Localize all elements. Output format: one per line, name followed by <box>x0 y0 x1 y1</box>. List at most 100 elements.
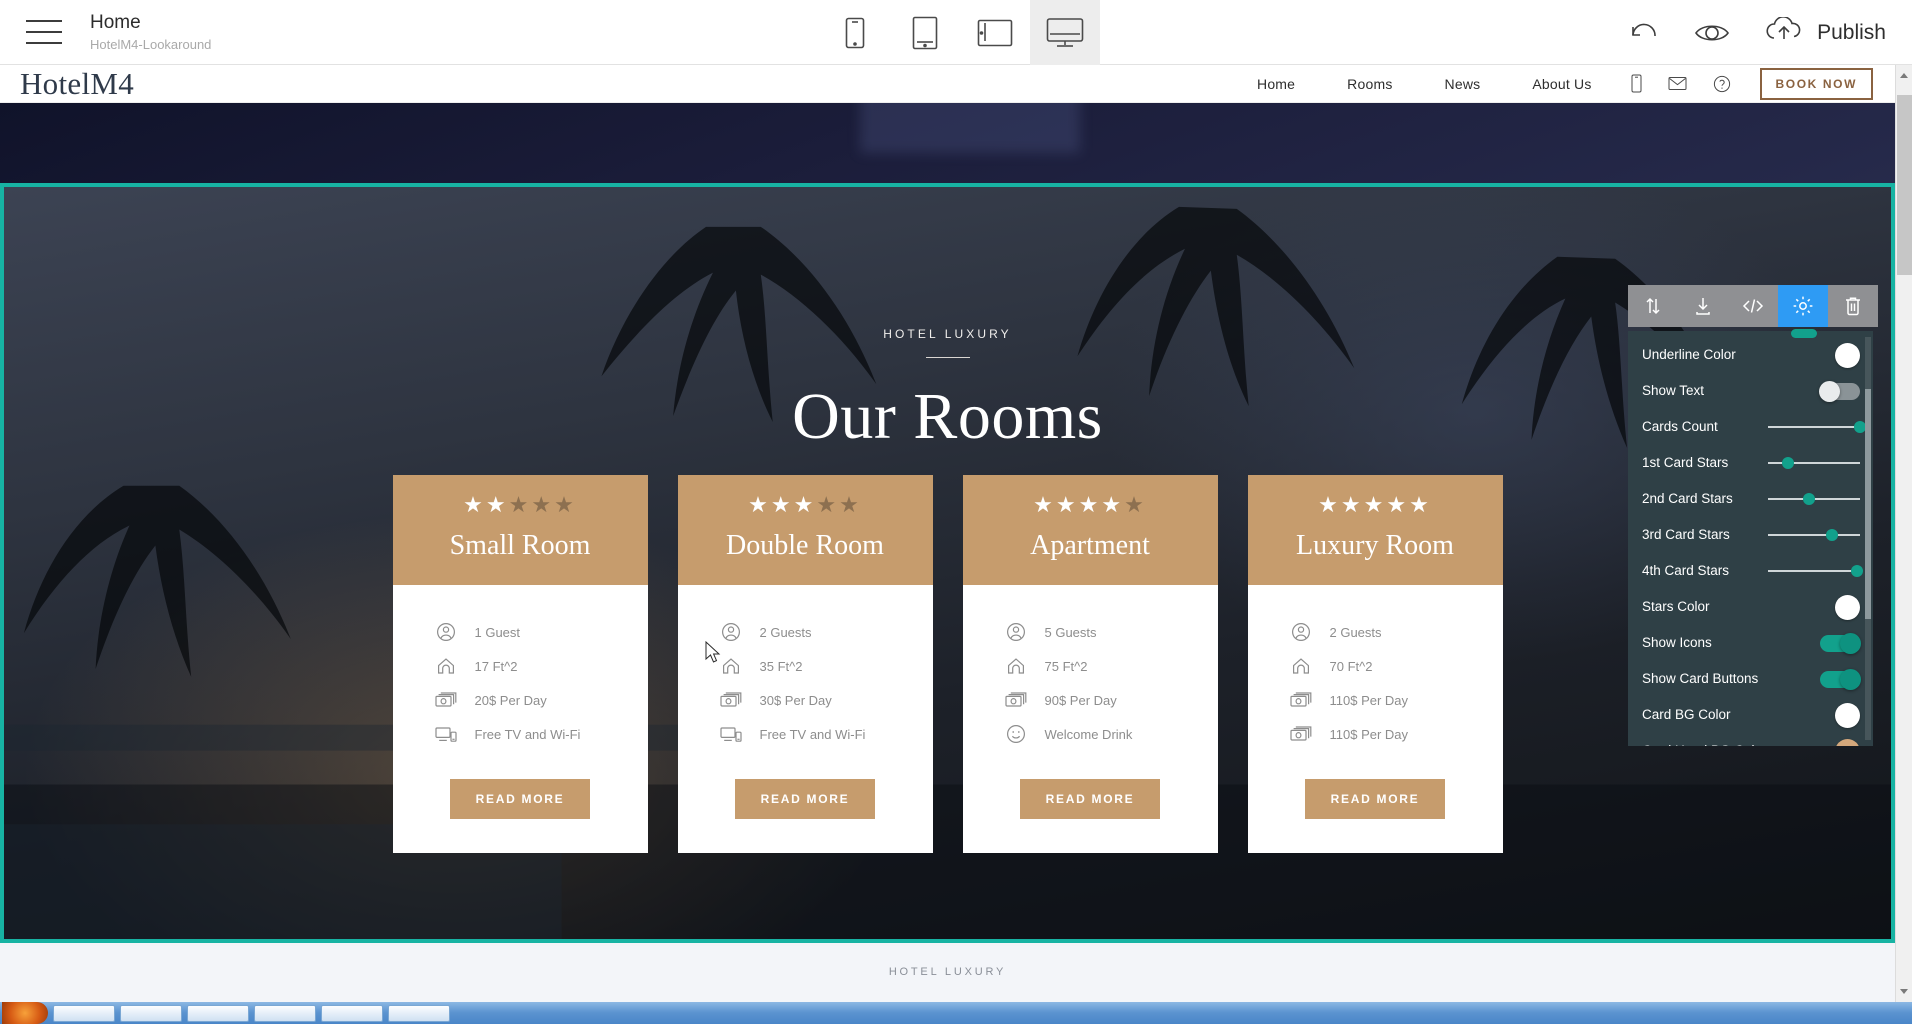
taskbar-item[interactable] <box>388 1004 450 1022</box>
room-feature-label: 110$ Per Day <box>1329 692 1409 708</box>
room-feature: 75 Ft^2 <box>963 649 1218 683</box>
room-feature-label: 70 Ft^2 <box>1329 658 1373 674</box>
room-feature: Free TV and Wi-Fi <box>678 717 933 751</box>
room-card-body: 1 Guest 17 Ft^2 20$ Per Day Free TV and Wi-… <box>393 585 648 853</box>
publish-label: Publish <box>1817 20 1886 44</box>
slider-control[interactable] <box>1768 454 1860 472</box>
settings-row: Underline Color <box>1628 337 1873 373</box>
room-feature-label: 90$ Per Day <box>1044 692 1117 708</box>
block-settings-button[interactable] <box>1778 285 1828 327</box>
start-button[interactable] <box>2 1002 48 1024</box>
room-card-title: Apartment <box>1030 530 1150 561</box>
download-block-button[interactable] <box>1678 285 1728 327</box>
room-feature: 90$ Per Day <box>963 683 1218 717</box>
device-btn-tablet-landscape[interactable] <box>960 0 1030 65</box>
guest-icon <box>433 621 459 643</box>
move-block-button[interactable] <box>1628 285 1678 327</box>
device-btn-tablet[interactable] <box>890 0 960 65</box>
taskbar-item[interactable] <box>187 1004 249 1022</box>
block-settings-panel: Underline Color Show Text Cards Count 1st C… <box>1628 331 1873 746</box>
star-icon: ★ <box>508 492 532 517</box>
device-btn-mobile[interactable] <box>820 0 890 65</box>
slider-control[interactable] <box>1768 526 1860 544</box>
star-icon: ★ <box>748 492 771 517</box>
panel-scrollbar[interactable] <box>1865 337 1871 740</box>
slider-control[interactable] <box>1768 418 1866 436</box>
device-btn-desktop[interactable] <box>1030 0 1100 65</box>
nav-link-news[interactable]: News <box>1419 76 1507 92</box>
scroll-down-arrow[interactable] <box>1900 989 1908 994</box>
toggle-switch[interactable] <box>1820 632 1861 654</box>
settings-row: 4th Card Stars <box>1628 553 1873 589</box>
taskbar-item[interactable] <box>321 1004 383 1022</box>
room-card-header: ★★★★★ Apartment <box>962 475 1218 585</box>
phone-icon[interactable] <box>1618 74 1655 93</box>
money-icon <box>1288 723 1314 745</box>
room-feature-label: 2 Guests <box>1329 624 1382 640</box>
room-card[interactable]: ★★★★★ Small Room 1 Guest 17 Ft^2 20$ Per Day… <box>392 475 648 853</box>
scroll-up-arrow[interactable] <box>1900 73 1908 78</box>
room-card-body: 2 Guests 70 Ft^2 110$ Per Day 110$ Per Day R… <box>1248 585 1503 853</box>
panel-scrollbar-thumb[interactable] <box>1865 389 1871 619</box>
color-swatch[interactable] <box>1835 738 1860 746</box>
room-card-header: ★★★★★ Double Room <box>677 475 933 585</box>
read-more-button[interactable]: READ MORE <box>734 779 876 819</box>
room-feature: 30$ Per Day <box>678 683 933 717</box>
home-icon <box>1003 655 1029 677</box>
edit-code-button[interactable] <box>1728 285 1778 327</box>
room-card[interactable]: ★★★★★ Apartment 5 Guests 75 Ft^2 90$ Per Day… <box>962 475 1218 853</box>
question-icon[interactable] <box>1700 75 1744 93</box>
taskbar-item[interactable] <box>53 1004 115 1022</box>
publish-button[interactable]: Publish <box>1764 16 1886 48</box>
money-icon <box>1003 689 1029 711</box>
nav-link-home[interactable]: Home <box>1231 76 1321 92</box>
settings-row: 3rd Card Stars <box>1628 517 1873 553</box>
page-scrollbar-thumb[interactable] <box>1897 95 1912 275</box>
taskbar-item[interactable] <box>120 1004 182 1022</box>
star-icon: ★ <box>1409 492 1432 517</box>
room-card-stars: ★★★★★ <box>1248 494 1503 516</box>
read-more-button[interactable]: READ MORE <box>1304 779 1446 819</box>
color-swatch[interactable] <box>1835 342 1860 368</box>
room-feature: 2 Guests <box>1248 615 1503 649</box>
room-card-stars: ★★★★★ <box>393 494 648 516</box>
site-brand[interactable]: HotelM4 <box>20 66 134 102</box>
envelope-icon[interactable] <box>1655 76 1700 91</box>
room-card[interactable]: ★★★★★ Luxury Room 2 Guests 70 Ft^2 110$ Per … <box>1247 475 1503 853</box>
eye-icon[interactable] <box>1694 22 1730 44</box>
nav-link-about-us[interactable]: About Us <box>1506 76 1617 92</box>
toggle-switch[interactable] <box>1820 668 1861 690</box>
panel-partial-toggle-above[interactable] <box>1791 329 1817 338</box>
page-scrollbar[interactable] <box>1895 65 1912 1002</box>
read-more-button[interactable]: READ MORE <box>449 779 591 819</box>
guest-icon <box>1003 621 1029 643</box>
taskbar-item[interactable] <box>254 1004 316 1022</box>
room-feature: 70 Ft^2 <box>1248 649 1503 683</box>
color-swatch[interactable] <box>1835 702 1860 728</box>
slider-control[interactable] <box>1768 490 1860 508</box>
room-card-body: 5 Guests 75 Ft^2 90$ Per Day Welcome Drink R… <box>963 585 1218 853</box>
guest-icon <box>1288 621 1314 643</box>
star-icon: ★ <box>485 492 509 517</box>
toggle-switch[interactable] <box>1819 380 1860 402</box>
hamburger-icon[interactable] <box>26 20 62 44</box>
settings-row-label: Card BG Color <box>1642 707 1731 723</box>
room-feature: 20$ Per Day <box>393 683 648 717</box>
star-icon: ★ <box>1386 492 1410 517</box>
room-card-title: Small Room <box>449 530 591 561</box>
room-feature-label: 30$ Per Day <box>759 692 832 708</box>
room-feature: Free TV and Wi-Fi <box>393 717 648 751</box>
nav-link-rooms[interactable]: Rooms <box>1321 76 1418 92</box>
star-icon: ★ <box>554 492 577 517</box>
rooms-section[interactable]: HOTEL LUXURY Our Rooms ★★★★★ Small Room 1 … <box>0 183 1895 943</box>
room-feature: 1 Guest <box>393 615 648 649</box>
color-swatch[interactable] <box>1835 594 1860 620</box>
undo-icon[interactable] <box>1628 21 1660 45</box>
delete-block-button[interactable] <box>1828 285 1878 327</box>
settings-row-label: Cards Count <box>1642 419 1718 435</box>
read-more-button[interactable]: READ MORE <box>1019 779 1161 819</box>
book-now-button[interactable]: BOOK NOW <box>1759 67 1873 100</box>
slider-control[interactable] <box>1768 562 1864 580</box>
room-card-action: READ MORE <box>963 751 1218 853</box>
room-card-action: READ MORE <box>393 751 648 853</box>
